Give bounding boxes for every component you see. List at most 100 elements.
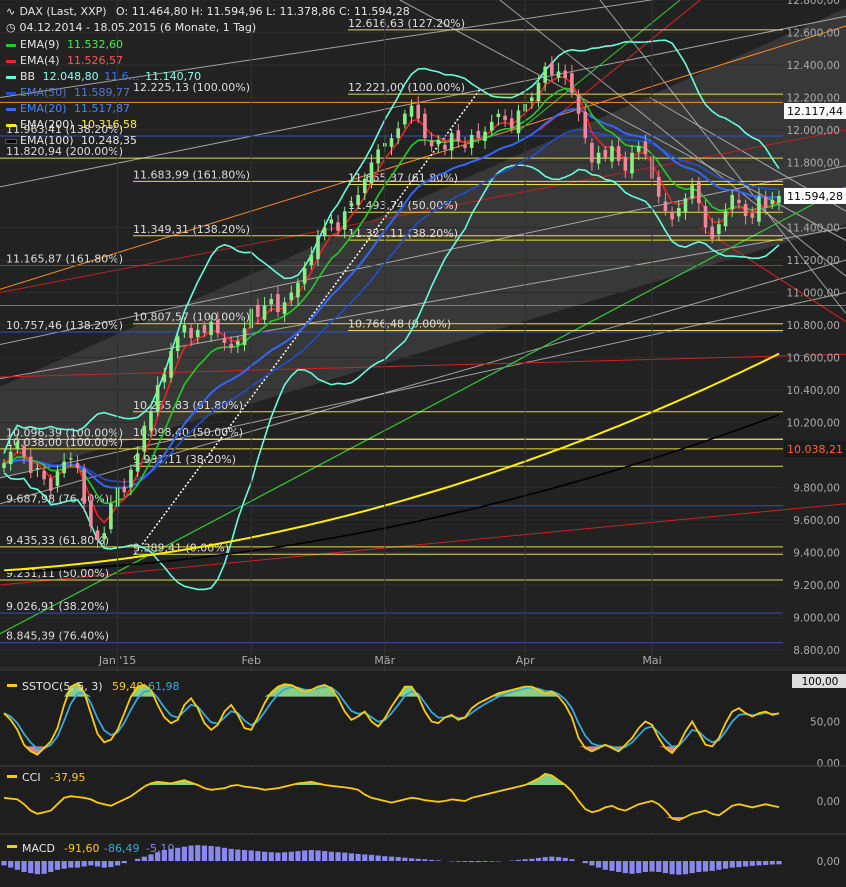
macd-value-1: -91,60 <box>64 842 99 855</box>
legend-label: EMA(4) <box>20 54 60 67</box>
fib-label: 11.165,87 (161.80%) <box>6 253 123 266</box>
legend-label: EMA(20) <box>20 102 67 115</box>
macd-bar <box>61 861 67 869</box>
legend-ema4[interactable]: EMA(4) 11.526,57 <box>6 54 123 67</box>
macd-bar <box>114 861 121 866</box>
macd-bar <box>622 861 628 874</box>
time-label: Feb <box>241 654 260 667</box>
candle-body <box>737 199 741 204</box>
macd-bar <box>489 861 495 862</box>
candle-body <box>269 299 274 305</box>
candle-body <box>690 185 694 199</box>
macd-bar <box>215 846 221 861</box>
date-range: 04.12.2014 - 18.05.2015 (6 Monate, 1 Tag… <box>19 21 257 34</box>
candle-body <box>62 461 66 474</box>
macd-bar <box>462 861 468 862</box>
candle-body <box>222 338 227 343</box>
candle-body <box>256 304 260 317</box>
candle-body <box>209 321 213 336</box>
sstoc-panel: 100,0050,000,00SSTOC(5, 5, 3) 59,49 61,98 <box>0 672 846 770</box>
macd-bar <box>208 846 214 861</box>
sstoc-swatch <box>7 684 17 687</box>
candle-body <box>683 198 688 212</box>
macd-bar <box>28 861 34 874</box>
candle-body <box>583 111 588 139</box>
candle-body <box>69 458 73 460</box>
macd-bar <box>616 861 622 872</box>
price-tag-label: 11.594,28 <box>787 190 843 203</box>
candle-body <box>570 73 574 93</box>
macd-bar <box>48 861 54 872</box>
price-tick-label: 12.400,00 <box>787 60 840 72</box>
candle-body <box>516 110 521 134</box>
macd-bar <box>609 861 615 871</box>
legend-value: 11.517,87 <box>74 102 131 115</box>
price-tick-label: 9.000,00 <box>793 613 840 625</box>
candle-body <box>596 152 601 164</box>
candle-body <box>82 468 86 504</box>
price-tick-label: 11.200,00 <box>787 255 840 267</box>
macd-bar <box>709 861 715 871</box>
price-tick-label: 9.400,00 <box>793 548 840 560</box>
price-tick-label: 12.000,00 <box>787 125 840 137</box>
macd-bar <box>81 861 87 867</box>
candle-body <box>215 319 220 334</box>
sstoc-value-2: 61,98 <box>148 680 180 693</box>
legend-ema9[interactable]: EMA(9) 11.532,60 <box>6 38 123 51</box>
candle-body <box>656 176 661 197</box>
candle-body <box>530 97 534 102</box>
candle-body <box>362 178 367 194</box>
candle-body <box>610 146 614 162</box>
legend-label: EMA(9) <box>20 38 60 51</box>
fib-label: 12.225,13 (100.00%) <box>133 81 250 94</box>
legend-ema20[interactable]: EMA(20) 11.517,87 <box>6 102 130 115</box>
legend-ema100[interactable]: EMA(100) 10.248,35 <box>5 134 138 147</box>
macd-bar <box>742 861 749 867</box>
legend-label: EMA(50) <box>20 86 67 99</box>
candle-body <box>429 140 434 147</box>
price-tick-label: 9.600,00 <box>793 515 840 527</box>
candle-body <box>543 66 547 83</box>
fib-label: 11.683,99 (161.80%) <box>133 168 250 181</box>
macd-bar <box>602 861 608 870</box>
candle-body <box>717 224 721 234</box>
legend-ema200[interactable]: EMA(200) 10.316,58 <box>6 118 137 131</box>
fib-label: 10.265,83 (61.80%) <box>133 399 243 412</box>
macd-bar <box>569 859 575 861</box>
ema9-swatch <box>6 43 16 47</box>
macd-bar <box>656 861 662 872</box>
fib-label: 9.435,33 (61.80%) <box>6 534 109 547</box>
price-tick-label: 10.600,00 <box>787 353 840 365</box>
macd-bar <box>382 856 388 861</box>
macd-bar <box>596 861 602 868</box>
price-tick-label: 11.800,00 <box>787 158 840 170</box>
legend-value-2: 11.6… <box>104 70 140 83</box>
ema100-swatch <box>5 138 17 144</box>
legend-label: EMA(100) <box>20 134 74 147</box>
macd-bar <box>88 861 94 866</box>
macd-bar <box>469 861 475 863</box>
candle-body <box>489 121 494 131</box>
candle-body <box>409 105 414 117</box>
candle-body <box>463 145 467 148</box>
candle-body <box>389 138 394 147</box>
candle-body <box>456 130 461 142</box>
candle-body <box>636 146 641 152</box>
macd-bar <box>355 853 361 861</box>
time-label: Apr <box>516 654 536 667</box>
macd-bar <box>535 857 542 861</box>
candle-body <box>730 195 735 210</box>
macd-bar <box>1 861 7 866</box>
legend-bb[interactable]: BB 12.048,80 11.6… 11.140,70 <box>6 70 201 83</box>
macd-bar <box>395 857 401 861</box>
legend-value: 10.248,35 <box>81 134 138 147</box>
macd-bar <box>261 851 268 861</box>
macd-tick: 0,00 <box>817 856 840 868</box>
legend-ema50[interactable]: EMA(50) 11.589,77 <box>6 86 130 99</box>
candle-body <box>349 203 354 207</box>
ohlc-readout: O: 11.464,80 H: 11.594,96 L: 11.378,86 C… <box>116 5 410 18</box>
macd-bar <box>255 851 261 861</box>
macd-value-3: -5,10 <box>146 842 174 855</box>
fib-label: 9.026,91 (38.20%) <box>6 600 109 613</box>
ema50-swatch <box>6 91 16 95</box>
